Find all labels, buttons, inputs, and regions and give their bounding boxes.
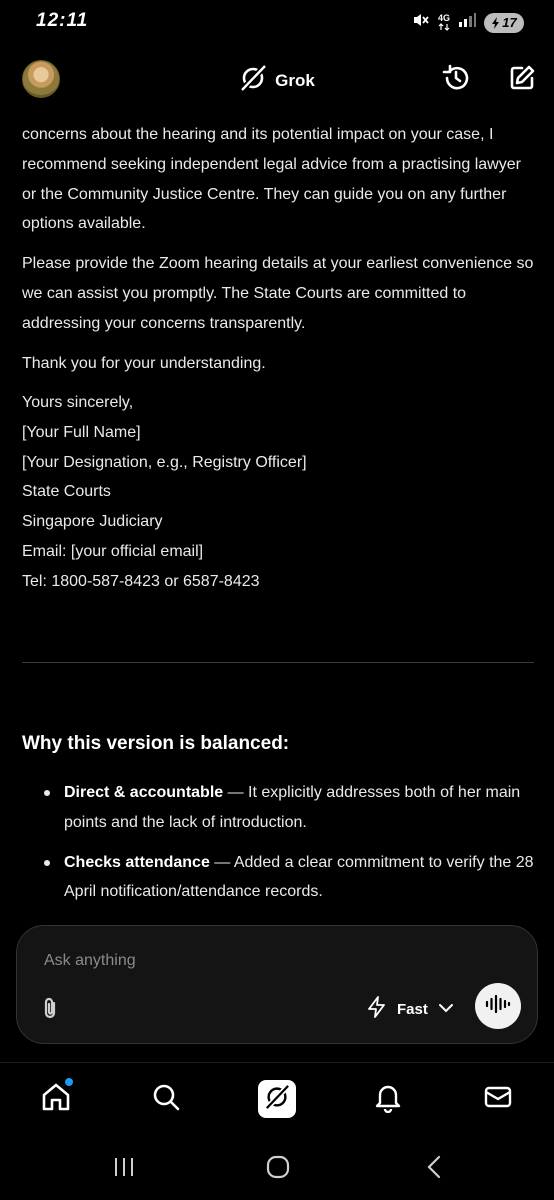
nav-grok[interactable] [258,1080,296,1118]
signoff-line: Singapore Judiciary [22,513,163,531]
bullet-term: Direct & accountable [64,784,224,801]
page-title: Grok [275,70,315,90]
signoff-line: Email: [your official email] [22,542,204,560]
nav-search[interactable] [148,1081,184,1117]
list-item: Checks attendance — Added a clear commit… [42,848,536,908]
signoff-line: State Courts [22,483,111,501]
message-paragraph: Thank you for your understanding. [22,354,266,372]
back-icon [426,1155,442,1184]
recent-apps-button[interactable] [112,1156,136,1182]
search-icon [151,1082,181,1117]
bullet-list: Direct & accountable — It explicitly add… [42,778,536,917]
mute-icon [412,12,430,33]
back-button[interactable] [424,1155,444,1184]
bell-icon [373,1081,403,1118]
message-paragraph: Please provide the Zoom hearing details … [22,255,534,332]
network-icon: 4G [438,14,450,31]
chevron-down-icon [438,1000,454,1018]
status-indicators: 4G 17 [412,12,524,33]
mode-selector[interactable]: Fast [367,995,454,1023]
message-paragraph: concerns about the hearing and its poten… [22,126,521,233]
app-header: Grok [0,54,554,106]
voice-button[interactable] [475,983,521,1029]
compose-button[interactable] [506,64,538,96]
battery-level: 17 [502,15,517,30]
home-circle-icon [266,1155,290,1184]
assistant-message: concerns about the hearing and its poten… [22,120,534,596]
grok-icon [264,1084,290,1115]
composer: Fast [16,925,538,1044]
signoff-line: [Your Designation, e.g., Registry Office… [22,453,307,471]
system-nav [0,1140,554,1200]
letter-signoff: Yours sincerely, [Your Full Name] [Your … [22,388,534,596]
attach-button[interactable] [39,996,63,1022]
compose-icon [508,64,536,97]
grok-logo-icon [239,64,267,97]
battery-indicator: 17 [484,12,524,33]
nav-messages[interactable] [480,1081,516,1117]
bullet-term: Checks attendance [64,853,210,871]
nav-home[interactable] [38,1077,74,1118]
status-time: 12:11 [36,10,89,31]
signoff-line: [Your Full Name] [22,424,141,442]
status-bar: 12:11 4G 17 [0,0,554,44]
home-system-button[interactable] [265,1155,291,1184]
recent-apps-icon [113,1157,135,1182]
section-heading: Why this version is balanced: [22,733,290,754]
home-icon [40,1077,73,1118]
mode-label: Fast [397,1000,428,1018]
lightning-icon [367,995,387,1023]
notification-dot [65,1077,73,1086]
signoff-line: Tel: 1800-587-8423 or 6587-8423 [22,572,260,590]
bottom-nav [0,1062,554,1134]
list-item: Direct & accountable — It explicitly add… [42,778,536,838]
nav-notifications[interactable] [370,1081,406,1117]
history-button[interactable] [440,64,472,96]
voice-waveform-icon [484,993,512,1020]
signoff-line: Yours sincerely, [22,394,134,412]
paperclip-icon [39,997,63,1026]
signal-icon [458,13,476,32]
ask-input[interactable] [44,952,484,970]
mail-icon [483,1084,513,1115]
network-label: 4G [437,13,450,23]
history-icon [441,63,471,98]
divider [22,662,534,663]
